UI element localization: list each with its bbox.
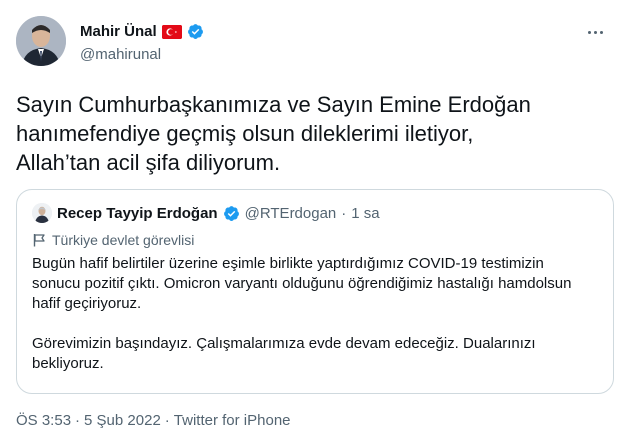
author-handle[interactable]: @mahirunal [80,46,161,63]
author-name[interactable]: Mahir Ünal [80,23,157,40]
turkey-flag-icon [161,24,182,39]
quoted-tweet[interactable]: Recep Tayyip Erdoğan @RTErdogan · 1 sa T… [16,189,614,394]
quoted-tweet-header: Recep Tayyip Erdoğan @RTErdogan · 1 sa [32,203,380,223]
quoted-tweet-text: Bugün hafif belirtiler üzerine eşimle bi… [32,255,572,372]
separator-dot: · [341,204,347,222]
tweet-metadata: ÖS 3:53 · 5 Şub 2022 · Twitter for iPhon… [16,412,291,429]
quoted-author-avatar[interactable] [32,203,52,223]
tweet-header: Mahir Ünal @mahirunal [16,16,609,70]
more-options-icon[interactable] [583,22,607,42]
government-label: Türkiye devlet görevlisi [32,232,194,248]
quoted-author-handle: @RTErdogan [244,204,337,222]
tweet-date[interactable]: 5 Şub 2022 [84,412,161,429]
tweet-text: Sayın Cumhurbaşkanımıza ve Sayın Emine E… [16,92,531,175]
verified-badge-icon [187,24,203,39]
verified-badge-icon [223,205,239,221]
separator-dot: · [75,412,81,429]
government-label-text: Türkiye devlet görevlisi [52,232,195,248]
quoted-author-name: Recep Tayyip Erdoğan [57,204,218,222]
author-name-row: Mahir Ünal [80,23,204,40]
separator-dot: · [164,412,170,429]
government-flag-icon [33,234,45,247]
tweet-time[interactable]: ÖS 3:53 [16,412,71,429]
quoted-tweet-time[interactable]: 1 sa [351,205,379,222]
tweet-source[interactable]: Twitter for iPhone [174,412,291,429]
author-avatar[interactable] [16,16,66,66]
